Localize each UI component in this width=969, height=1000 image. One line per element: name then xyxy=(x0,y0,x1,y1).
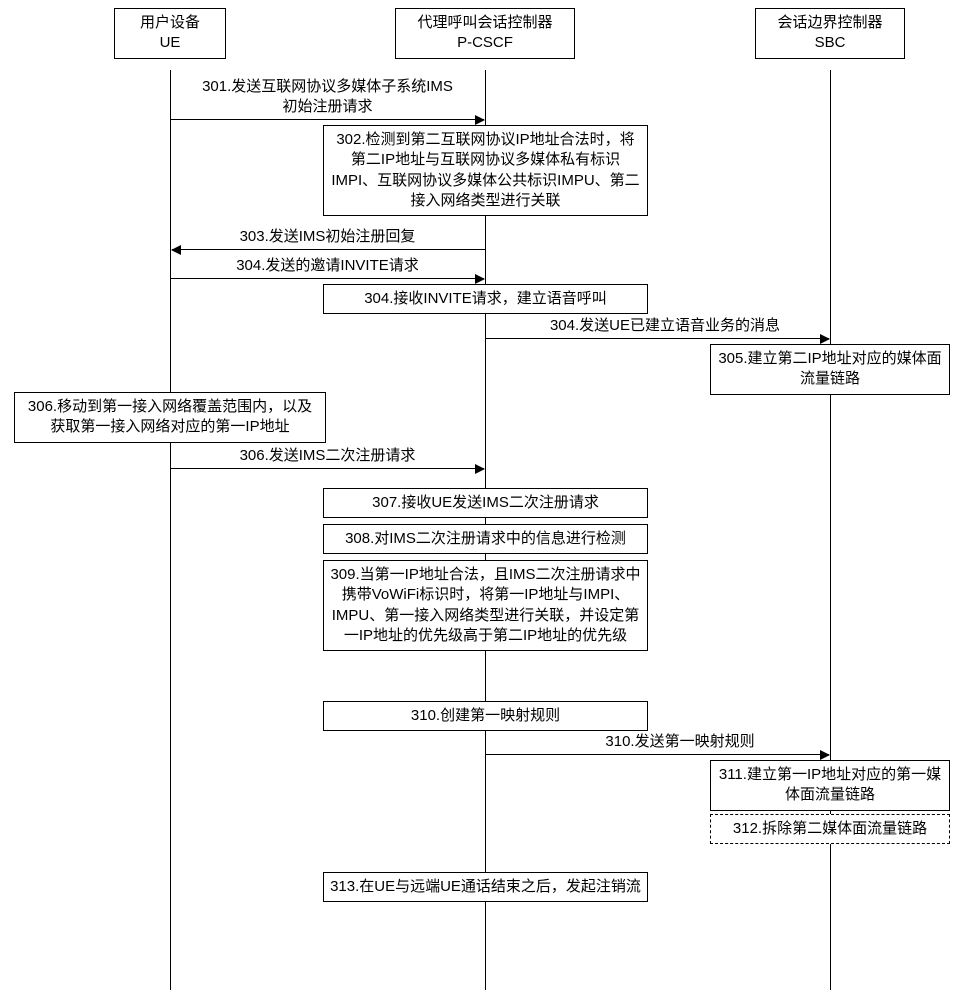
sequence-diagram: 用户设备 UE 代理呼叫会话控制器 P-CSCF 会话边界控制器 SBC 301… xyxy=(0,0,969,1000)
msg-306b-arrow xyxy=(171,468,484,469)
lifeline-sbc xyxy=(830,70,831,990)
note-312: 312.拆除第二媒体面流量链路 xyxy=(710,814,950,844)
msg-303-label: 303.发送IMS初始注册回复 xyxy=(200,227,455,247)
note-304b: 304.接收INVITE请求，建立语音呼叫 xyxy=(323,284,648,314)
actor-pcscf-l2: P-CSCF xyxy=(457,34,513,51)
msg-304c-label: 304.发送UE已建立语音业务的消息 xyxy=(525,316,805,336)
msg-306b-label: 306.发送IMS二次注册请求 xyxy=(200,446,455,466)
msg-310b-arrow xyxy=(486,754,829,755)
actor-pcscf: 代理呼叫会话控制器 P-CSCF xyxy=(395,8,575,59)
msg-301-label: 301.发送互联网协议多媒体子系统IMS初始注册请求 xyxy=(200,77,455,116)
actor-sbc-l2: SBC xyxy=(815,34,846,51)
msg-303-arrow xyxy=(172,249,485,250)
note-313: 313.在UE与远端UE通话结束之后，发起注销流 xyxy=(323,872,648,902)
actor-pcscf-l1: 代理呼叫会话控制器 xyxy=(417,14,552,31)
lifeline-ue xyxy=(170,70,171,990)
actor-ue-l1: 用户设备 xyxy=(140,14,200,31)
note-307: 307.接收UE发送IMS二次注册请求 xyxy=(323,488,648,518)
msg-304c-arrow xyxy=(486,338,829,339)
note-302: 302.检测到第二互联网协议IP地址合法时，将第二IP地址与互联网协议多媒体私有… xyxy=(323,125,648,216)
actor-sbc-l1: 会话边界控制器 xyxy=(777,14,882,31)
note-308: 308.对IMS二次注册请求中的信息进行检测 xyxy=(323,524,648,554)
note-305: 305.建立第二IP地址对应的媒体面流量链路 xyxy=(710,344,950,395)
msg-310b-label: 310.发送第一映射规则 xyxy=(555,732,805,752)
msg-304a-arrow xyxy=(171,278,484,279)
msg-301-arrow xyxy=(171,119,484,120)
note-309: 309.当第一IP地址合法，且IMS二次注册请求中携带VoWiFi标识时，将第一… xyxy=(323,560,648,651)
actor-sbc: 会话边界控制器 SBC xyxy=(755,8,905,59)
note-306a: 306.移动到第一接入网络覆盖范围内，以及获取第一接入网络对应的第一IP地址 xyxy=(14,392,326,443)
msg-304a-label: 304.发送的邀请INVITE请求 xyxy=(200,256,455,276)
actor-ue: 用户设备 UE xyxy=(114,8,226,59)
note-311: 311.建立第一IP地址对应的第一媒体面流量链路 xyxy=(710,760,950,811)
note-310a: 310.创建第一映射规则 xyxy=(323,701,648,731)
actor-ue-l2: UE xyxy=(160,34,181,51)
